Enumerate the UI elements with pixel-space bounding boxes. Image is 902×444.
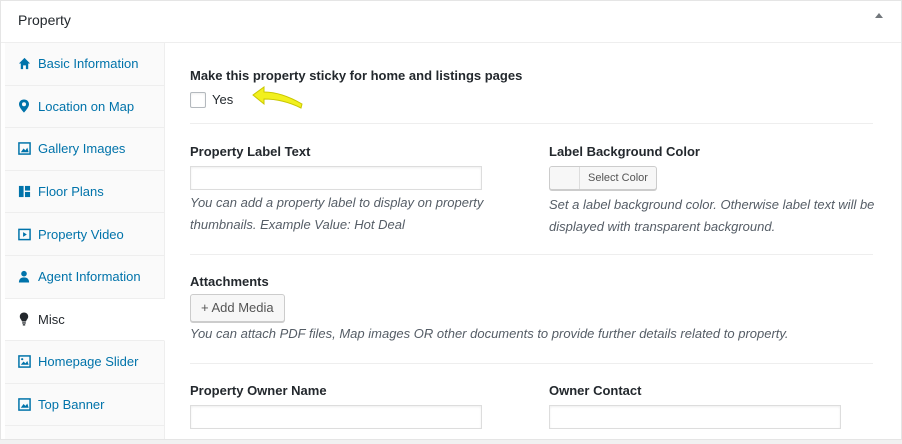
attachments-row: Attachments + Add Media You can attach P… <box>190 255 873 364</box>
metabox-header[interactable]: Property <box>1 1 901 43</box>
owner-name-label: Property Owner Name <box>190 383 327 398</box>
tab-location-on-map[interactable]: Location on Map <box>5 86 164 129</box>
label-text-label: Property Label Text <box>190 144 311 159</box>
tab-floor-plans[interactable]: Floor Plans <box>5 171 164 214</box>
slider-icon <box>17 355 31 369</box>
select-color-button[interactable]: Select Color <box>549 166 657 190</box>
label-text-hint: You can add a property label to display … <box>190 195 484 232</box>
attachments-hint: You can attach PDF files, Map images OR … <box>190 326 789 341</box>
label-text-input[interactable] <box>190 166 482 190</box>
map-pin-icon <box>17 99 31 113</box>
sticky-option: Yes <box>190 91 233 108</box>
label-bg-field: Label Background Color Select Color Set … <box>549 144 879 238</box>
sticky-checkbox-label[interactable]: Yes <box>212 92 233 107</box>
tab-homepage-slider[interactable]: Homepage Slider <box>5 341 164 384</box>
tab-label: Agent Information <box>38 269 141 285</box>
tab-label: Misc <box>38 311 65 327</box>
tab-label: Homepage Slider <box>38 354 139 370</box>
floor-plan-icon <box>17 185 31 199</box>
label-bg-label: Label Background Color <box>549 144 700 159</box>
tab-top-banner[interactable]: Top Banner <box>5 384 164 427</box>
owner-contact-field: Owner Contact <box>549 383 841 429</box>
metabox-tabs: Basic Information Location on Map Galler… <box>5 43 165 439</box>
home-icon <box>17 57 31 71</box>
tab-property-video[interactable]: Property Video <box>5 213 164 256</box>
tab-basic-information[interactable]: Basic Information <box>5 43 164 86</box>
yellow-arrow-icon <box>252 86 303 109</box>
collapse-arrow-icon[interactable] <box>875 13 883 18</box>
owner-contact-input[interactable] <box>549 405 841 429</box>
video-icon <box>17 227 31 241</box>
tab-label: Location on Map <box>38 98 135 114</box>
sticky-label: Make this property sticky for home and l… <box>190 68 523 83</box>
label-row: Property Label Text You can add a proper… <box>190 124 874 255</box>
agent-icon <box>17 270 31 284</box>
tab-agent-information[interactable]: Agent Information <box>5 256 164 299</box>
tab-label: Top Banner <box>38 397 105 413</box>
banner-icon <box>17 398 31 412</box>
owner-contact-label: Owner Contact <box>549 383 642 398</box>
owner-name-field: Property Owner Name <box>190 383 482 429</box>
tab-label: Property Video <box>38 226 124 242</box>
tab-gallery-images[interactable]: Gallery Images <box>5 128 164 171</box>
add-media-button[interactable]: + Add Media <box>190 294 285 322</box>
gallery-icon <box>17 142 31 156</box>
owner-name-input[interactable] <box>190 405 482 429</box>
tab-label: Gallery Images <box>38 141 126 157</box>
label-bg-hint: Set a label background color. Otherwise … <box>549 197 875 234</box>
metabox-title: Property <box>18 12 71 28</box>
sticky-checkbox[interactable] <box>190 91 206 108</box>
owner-row: Property Owner Name Owner Contact <box>190 364 873 444</box>
color-swatch <box>550 167 580 189</box>
lightbulb-icon <box>17 312 31 326</box>
tab-label: Floor Plans <box>38 184 104 200</box>
property-metabox: Property Basic Information Location on M… <box>0 0 902 440</box>
label-text-field: Property Label Text You can add a proper… <box>190 144 520 236</box>
select-color-label: Select Color <box>588 172 648 184</box>
attachments-label: Attachments <box>190 274 269 289</box>
tab-label: Basic Information <box>38 56 139 72</box>
tab-misc[interactable]: Misc <box>5 298 165 342</box>
